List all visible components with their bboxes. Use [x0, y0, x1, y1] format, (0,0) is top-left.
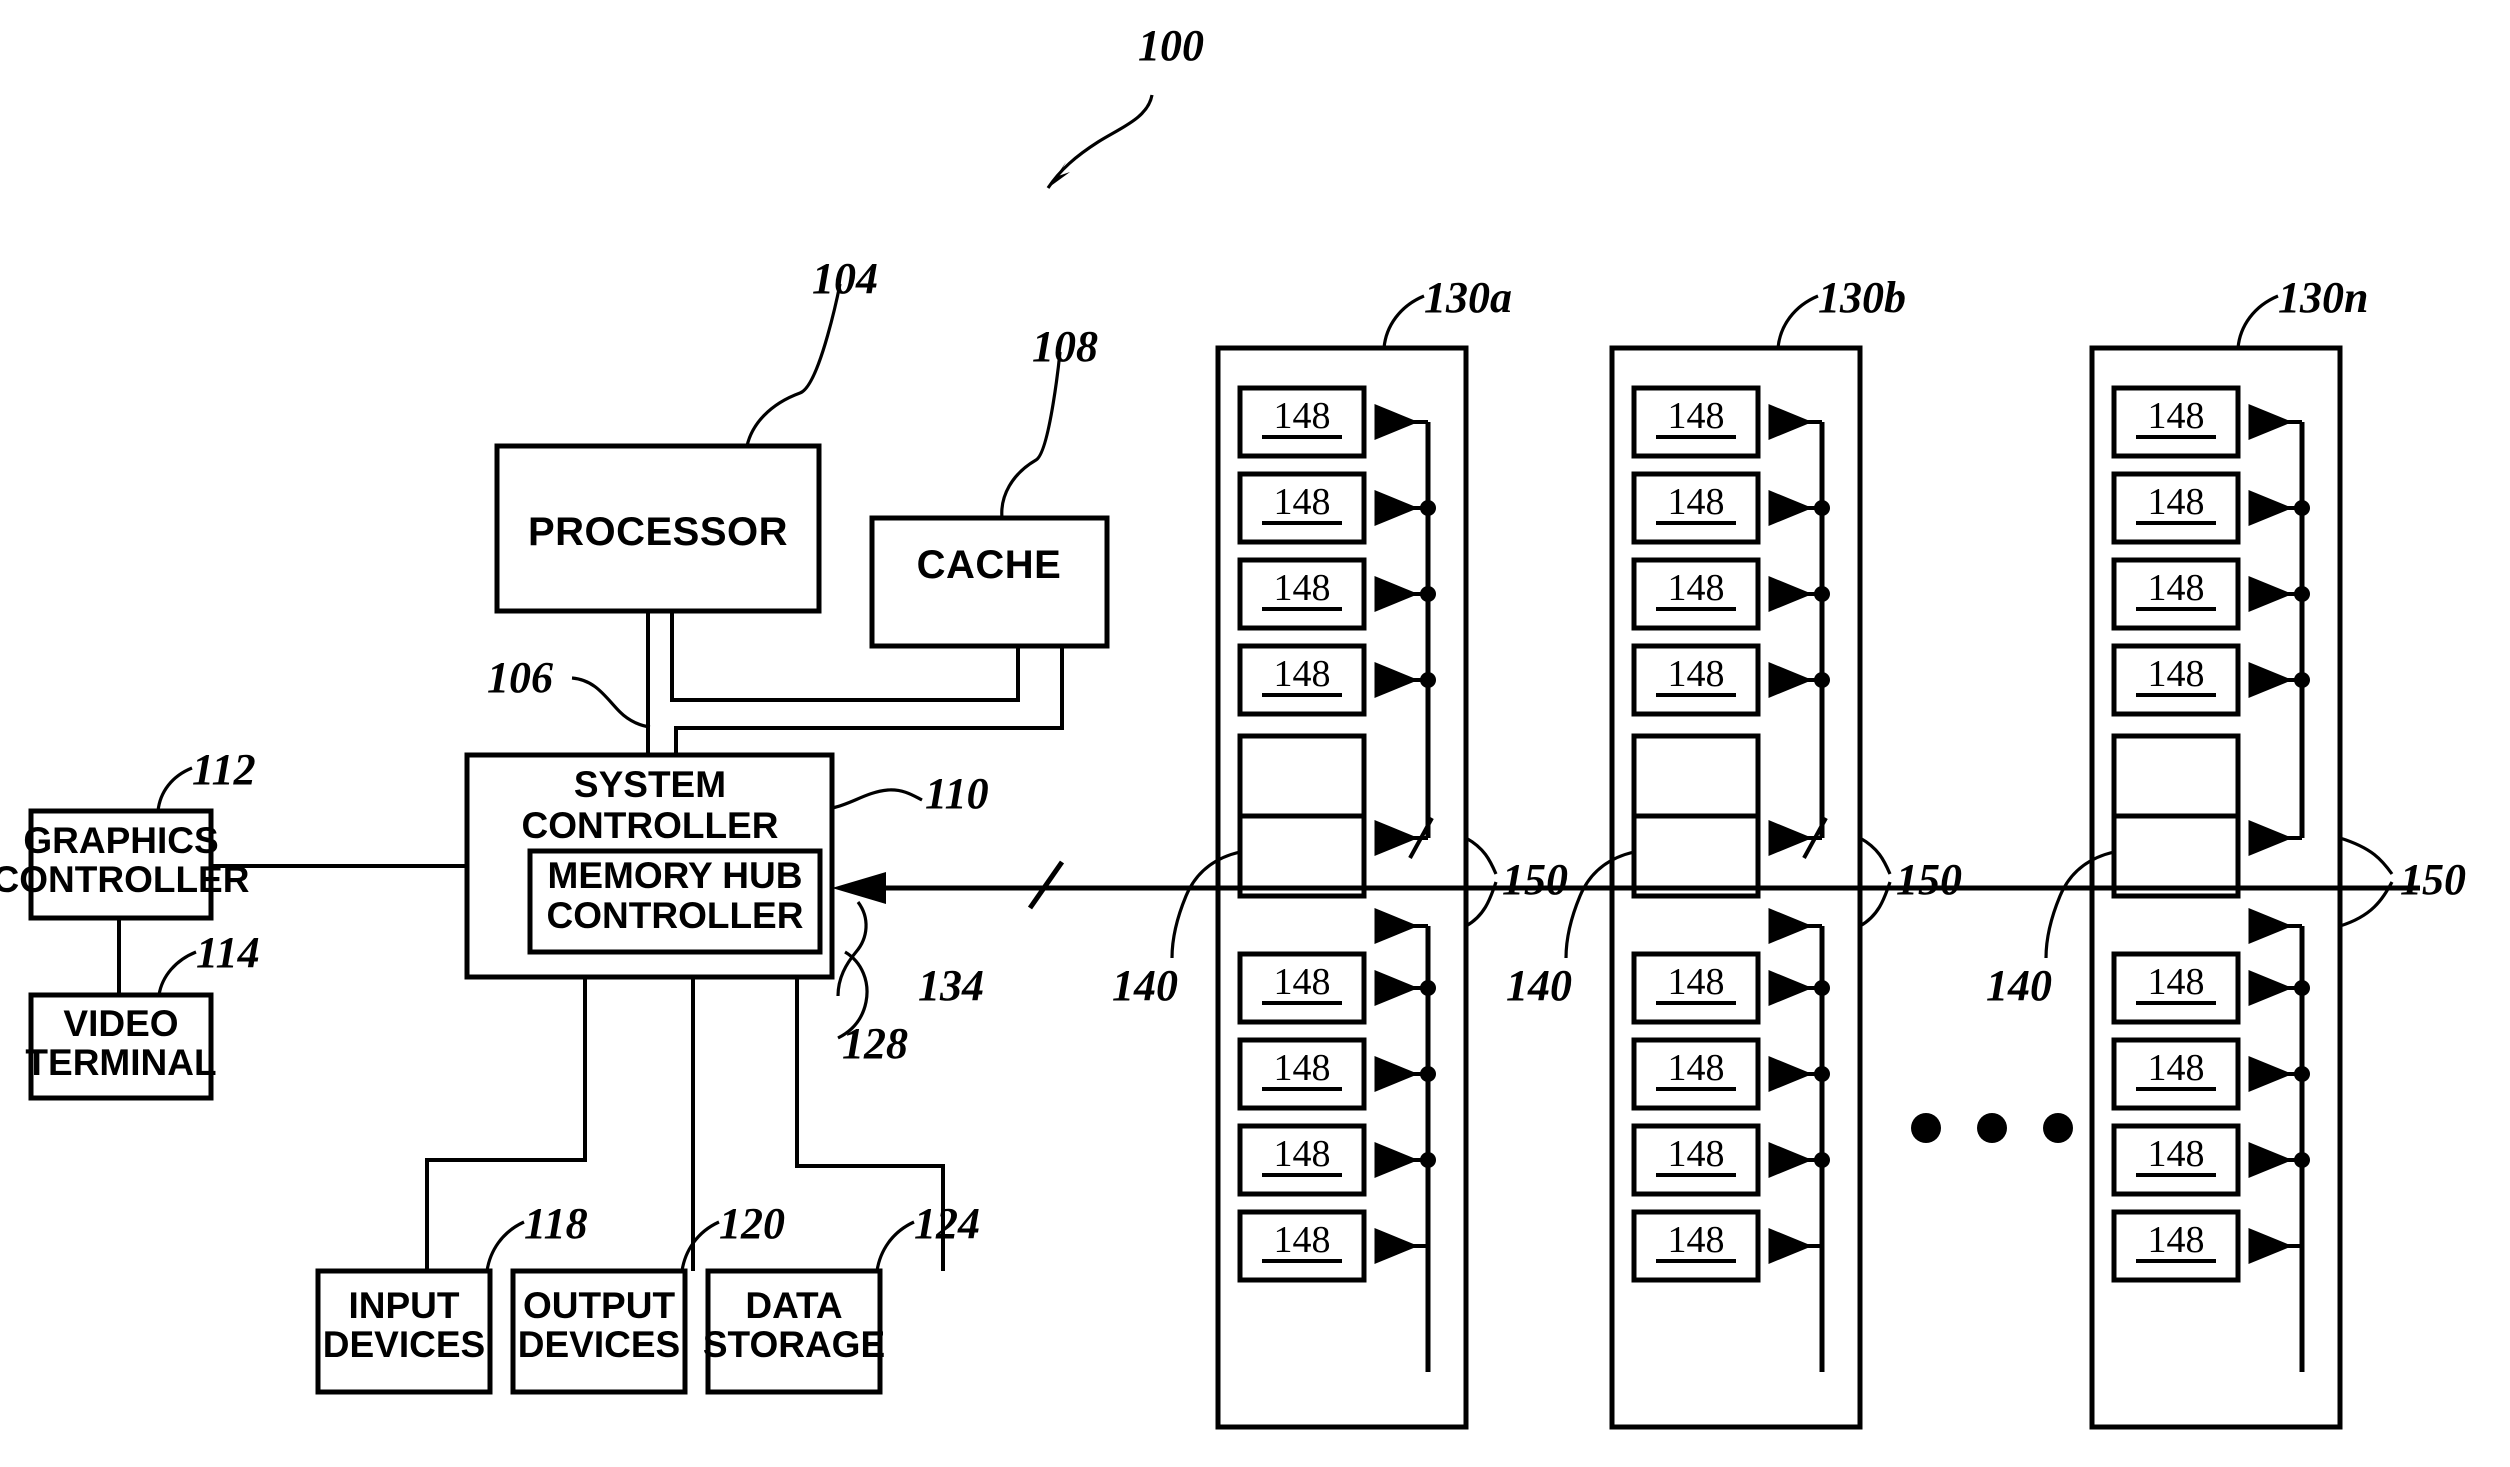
- video-terminal-label-1: VIDEO: [63, 1003, 178, 1044]
- device-148-label: 148: [2148, 1133, 2205, 1175]
- memory-hub-upper: [1237, 733, 1367, 819]
- device-148-label: 148: [1274, 653, 1331, 695]
- memory-hub-lower: [1237, 813, 1367, 899]
- memory-module-130n: 130n 148 148 148 148 140 148 148 148 148…: [1986, 273, 2466, 1430]
- cache-block: CACHE 108: [869, 322, 1110, 649]
- system-controller-label-2: CONTROLLER: [522, 805, 779, 846]
- input-devices-label-2: DEVICES: [323, 1324, 485, 1365]
- data-storage-ref: 124: [914, 1199, 980, 1248]
- module-130a-hub-ref: 140: [1112, 961, 1178, 1010]
- memory-hub-upper: [2111, 733, 2241, 819]
- device-148-label: 148: [1668, 653, 1725, 695]
- device-148-label: 148: [1668, 1219, 1725, 1261]
- device-148-label: 148: [2148, 1219, 2205, 1261]
- memory-module-130a: 130a 148 148 148 148 140 148 148 148 148…: [1112, 273, 1568, 1430]
- system-controller-ref: 110: [925, 769, 989, 818]
- memory-hub-lower: [1631, 813, 1761, 899]
- memory-hub-upper: [1631, 733, 1761, 819]
- data-storage-label-1: DATA: [745, 1285, 842, 1326]
- device-148-label: 148: [1668, 481, 1725, 523]
- device-148-label: 148: [2148, 653, 2205, 695]
- data-storage-label-2: STORAGE: [703, 1324, 885, 1365]
- graphics-controller-ref: 112: [192, 745, 256, 794]
- figure-ref-100: 100: [1046, 21, 1204, 189]
- device-148-label: 148: [2148, 395, 2205, 437]
- output-devices-label-1: OUTPUT: [523, 1285, 676, 1326]
- module-130n-bus-ref: 150: [2400, 855, 2466, 904]
- device-148-label: 148: [1274, 1219, 1331, 1261]
- processor-ref: 104: [812, 254, 878, 303]
- module-130a-ref: 130a: [1424, 273, 1512, 322]
- device-148-label: 148: [1668, 961, 1725, 1003]
- memory-bus-arrowhead: [832, 872, 886, 904]
- module-130a-bus-ref: 150: [1502, 855, 1568, 904]
- device-148-label: 148: [2148, 961, 2205, 1003]
- module-130n-hub-ref: 140: [1986, 961, 2052, 1010]
- device-148-label: 148: [1668, 395, 1725, 437]
- system-controller-label-1: SYSTEM: [574, 764, 726, 805]
- device-148-label: 148: [1274, 1133, 1331, 1175]
- processor-bus: 106: [487, 611, 1064, 755]
- device-148-label: 148: [1274, 481, 1331, 523]
- processor-block: PROCESSOR 104: [494, 254, 878, 614]
- device-148-label: 148: [1274, 395, 1331, 437]
- graphics-controller-label-1: GRAPHICS: [23, 820, 218, 861]
- modules-ellipsis: [1911, 1113, 2073, 1143]
- memory-module-130b: 130b 148 148 148 148 140 148 148 148 148…: [1506, 273, 1962, 1430]
- output-devices-label-2: DEVICES: [518, 1324, 680, 1365]
- processor-bus-ref: 106: [487, 653, 553, 702]
- module-130n-ref: 130n: [2278, 273, 2368, 322]
- cache-label: CACHE: [917, 543, 1062, 587]
- module-130b-ref: 130b: [1818, 273, 1906, 322]
- video-terminal-ref: 114: [196, 928, 260, 977]
- device-148-label: 148: [2148, 567, 2205, 609]
- device-148-label: 148: [2148, 1047, 2205, 1089]
- device-148-label: 148: [1274, 961, 1331, 1003]
- system-bus-ref: 134: [918, 961, 984, 1010]
- module-130b-bus-ref: 150: [1896, 855, 1962, 904]
- device-148-label: 148: [1274, 567, 1331, 609]
- video-terminal-block: VIDEO TERMINAL 114: [25, 928, 260, 1101]
- figure-canvas: 100 PROCESSOR 104 CACHE 108 106 SYSTEM C…: [0, 21, 2466, 1430]
- input-devices-ref: 118: [524, 1199, 588, 1248]
- device-148-label: 148: [1668, 567, 1725, 609]
- memory-hub-controller-label-1: MEMORY HUB: [548, 855, 803, 896]
- input-devices-label-1: INPUT: [349, 1285, 460, 1326]
- memory-hub-lower: [2111, 813, 2241, 899]
- video-terminal-label-2: TERMINAL: [25, 1042, 216, 1083]
- memory-hub-controller-label-2: CONTROLLER: [547, 895, 804, 936]
- patent-figure: 100 PROCESSOR 104 CACHE 108 106 SYSTEM C…: [0, 0, 2510, 1467]
- memory-hub-controller-ref: 128: [842, 1019, 908, 1068]
- cache-ref: 108: [1032, 322, 1098, 371]
- device-148-label: 148: [1668, 1133, 1725, 1175]
- device-148-label: 148: [2148, 481, 2205, 523]
- output-devices-ref: 120: [719, 1199, 785, 1248]
- module-130b-hub-ref: 140: [1506, 961, 1572, 1010]
- processor-label: PROCESSOR: [528, 510, 788, 554]
- device-148-label: 148: [1668, 1047, 1725, 1089]
- device-148-label: 148: [1274, 1047, 1331, 1089]
- figure-ref-100-label: 100: [1138, 21, 1204, 70]
